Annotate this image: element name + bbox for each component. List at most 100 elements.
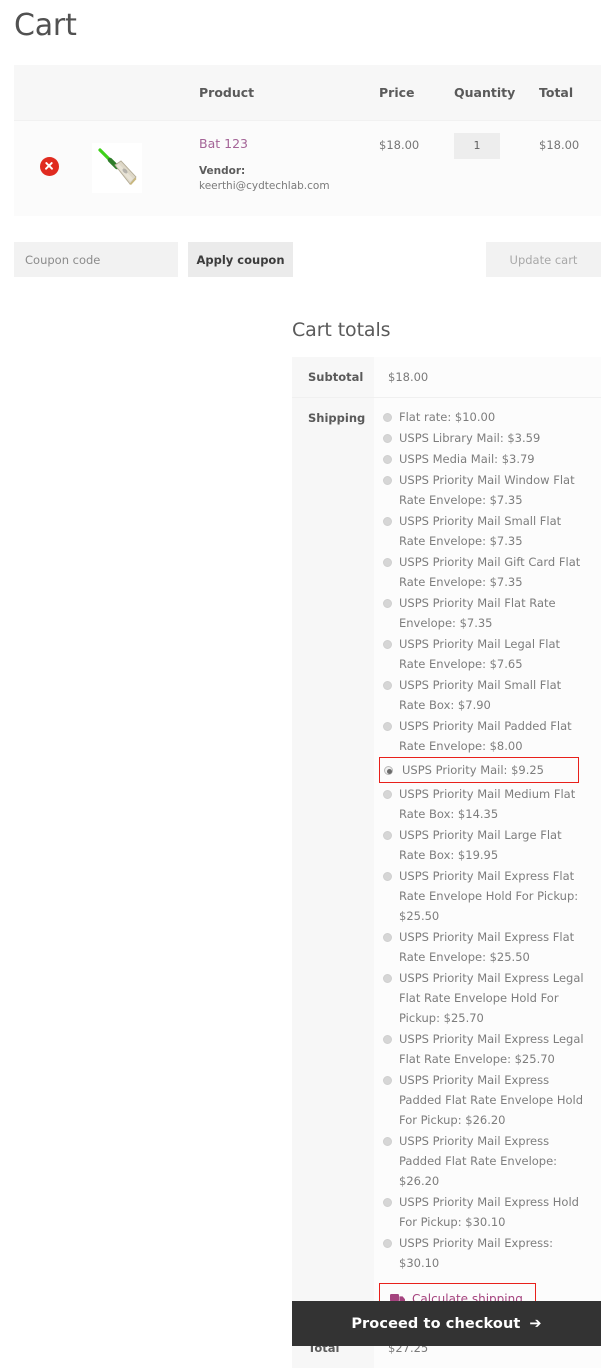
cart-totals-section: Cart totals Subtotal $18.00 Shipping Fla… — [292, 318, 601, 1368]
shipping-option[interactable]: USPS Priority Mail Large Flat Rate Box: … — [382, 825, 589, 865]
cart-table-body: Bat 123 Vendor: keerthi@cydtechlab.com $… — [14, 119, 601, 216]
shipping-option-label: USPS Priority Mail Padded Flat Rate Enve… — [399, 719, 572, 753]
shipping-option[interactable]: USPS Priority Mail Express Padded Flat R… — [382, 1070, 589, 1130]
product-link[interactable]: Bat 123 — [199, 136, 379, 152]
shipping-option[interactable]: USPS Priority Mail Express Legal Flat Ra… — [382, 1029, 589, 1069]
cell-product: Bat 123 Vendor: keerthi@cydtechlab.com — [199, 119, 379, 216]
shipping-option-label: USPS Priority Mail Express Padded Flat R… — [399, 1134, 558, 1188]
cart-table-header-row: Product Price Quantity Total — [14, 65, 601, 120]
column-header-price: Price — [379, 65, 454, 120]
radio-icon[interactable] — [383, 640, 392, 649]
remove-item-icon[interactable] — [39, 156, 59, 176]
radio-icon[interactable] — [383, 599, 392, 608]
cell-quantity — [454, 119, 539, 216]
subtotal-label: Subtotal — [292, 357, 374, 398]
radio-icon[interactable] — [383, 790, 392, 799]
shipping-option[interactable]: USPS Priority Mail Legal Flat Rate Envel… — [382, 634, 589, 674]
shipping-option-label: USPS Library Mail: $3.59 — [399, 431, 541, 445]
coupon-code-input[interactable] — [14, 242, 178, 277]
column-header-product: Product — [199, 65, 379, 120]
shipping-option[interactable]: USPS Media Mail: $3.79 — [382, 449, 589, 469]
radio-icon[interactable] — [383, 933, 392, 942]
quantity-input[interactable] — [454, 132, 500, 159]
radio-icon[interactable] — [383, 722, 392, 731]
vendor-email: keerthi@cydtechlab.com — [199, 179, 330, 192]
shipping-option-label: USPS Priority Mail Express Padded Flat R… — [399, 1073, 584, 1127]
shipping-options-cell: Flat rate: $10.00 USPS Library Mail: $3.5… — [374, 397, 601, 1327]
shipping-option-label: USPS Priority Mail: $9.25 — [402, 763, 545, 777]
apply-coupon-button[interactable]: Apply coupon — [188, 242, 293, 277]
shipping-option[interactable]: USPS Priority Mail Medium Flat Rate Box:… — [382, 784, 589, 824]
shipping-option[interactable]: USPS Priority Mail Express: $30.10 — [382, 1233, 589, 1273]
shipping-option[interactable]: USPS Priority Mail Window Flat Rate Enve… — [382, 470, 589, 510]
table-row: Bat 123 Vendor: keerthi@cydtechlab.com $… — [14, 119, 601, 216]
shipping-option[interactable]: USPS Priority Mail: $9.25 — [379, 757, 579, 783]
radio-icon[interactable] — [383, 455, 392, 464]
shipping-option[interactable]: USPS Library Mail: $3.59 — [382, 428, 589, 448]
radio-icon[interactable] — [383, 1076, 392, 1085]
shipping-option-label: USPS Priority Mail Express Legal Flat Ra… — [399, 1032, 584, 1066]
shipping-row: Shipping Flat rate: $10.00 USPS Library M… — [292, 397, 601, 1327]
cell-remove — [14, 119, 84, 216]
radio-icon[interactable] — [383, 831, 392, 840]
shipping-option-label: USPS Media Mail: $3.79 — [399, 452, 535, 466]
checkout-label: Proceed to checkout — [351, 1315, 521, 1332]
shipping-option-label: USPS Priority Mail Flat Rate Envelope: $… — [399, 596, 556, 630]
radio-icon[interactable] — [383, 1198, 392, 1207]
page-title: Cart — [14, 8, 77, 43]
shipping-option[interactable]: USPS Priority Mail Express Legal Flat Ra… — [382, 968, 589, 1028]
radio-icon[interactable] — [383, 476, 392, 485]
shipping-option[interactable]: Flat rate: $10.00 — [382, 407, 589, 427]
shipping-label: Shipping — [292, 397, 374, 1327]
radio-icon[interactable] — [383, 413, 392, 422]
shipping-option-label: USPS Priority Mail Express Flat Rate Env… — [399, 869, 579, 923]
cart-totals-table: Subtotal $18.00 Shipping Flat rate: $10.… — [292, 357, 601, 1368]
shipping-option[interactable]: USPS Priority Mail Express Padded Flat R… — [382, 1131, 589, 1191]
shipping-option-label: USPS Priority Mail Express Hold For Pick… — [399, 1195, 579, 1229]
shipping-option-label: USPS Priority Mail Window Flat Rate Enve… — [399, 473, 575, 507]
shipping-option[interactable]: USPS Priority Mail Gift Card Flat Rate E… — [382, 552, 589, 592]
subtotal-row: Subtotal $18.00 — [292, 357, 601, 398]
shipping-option[interactable]: USPS Priority Mail Small Flat Rate Box: … — [382, 675, 589, 715]
shipping-option[interactable]: USPS Priority Mail Padded Flat Rate Enve… — [382, 716, 589, 756]
shipping-option-label: USPS Priority Mail Express Flat Rate Env… — [399, 930, 575, 964]
proceed-to-checkout-button[interactable]: Proceed to checkout ➔ — [292, 1301, 601, 1346]
radio-icon[interactable] — [383, 434, 392, 443]
coupon-row: Apply coupon Update cart — [14, 242, 601, 277]
shipping-option[interactable]: USPS Priority Mail Flat Rate Envelope: $… — [382, 593, 589, 633]
radio-icon[interactable] — [383, 517, 392, 526]
radio-icon[interactable] — [384, 766, 393, 775]
cart-totals-heading: Cart totals — [292, 319, 391, 341]
shipping-options-list: Flat rate: $10.00 USPS Library Mail: $3.5… — [379, 407, 589, 1273]
cell-total: $18.00 — [539, 119, 601, 216]
shipping-option-label: USPS Priority Mail Gift Card Flat Rate E… — [399, 555, 581, 589]
radio-icon[interactable] — [383, 1239, 392, 1248]
shipping-option-label: USPS Priority Mail Small Flat Rate Envel… — [399, 514, 562, 548]
column-header-quantity: Quantity — [454, 65, 539, 120]
radio-icon[interactable] — [383, 974, 392, 983]
cricket-bat-thumbnail[interactable] — [92, 143, 142, 194]
radio-icon[interactable] — [383, 1035, 392, 1044]
shipping-option[interactable]: USPS Priority Mail Express Flat Rate Env… — [382, 866, 589, 926]
column-header-thumbnail — [84, 65, 199, 120]
column-header-remove — [14, 65, 84, 120]
shipping-option-label: USPS Priority Mail Large Flat Rate Box: … — [399, 828, 562, 862]
radio-icon[interactable] — [383, 1137, 392, 1146]
shipping-option[interactable]: USPS Priority Mail Express Flat Rate Env… — [382, 927, 589, 967]
subtotal-value: $18.00 — [374, 357, 601, 398]
shipping-option-label: USPS Priority Mail Legal Flat Rate Envel… — [399, 637, 561, 671]
arrow-right-icon: ➔ — [529, 1315, 542, 1332]
shipping-option-label: USPS Priority Mail Express: $30.10 — [399, 1236, 553, 1270]
shipping-option-label: USPS Priority Mail Small Flat Rate Box: … — [399, 678, 562, 712]
column-header-total: Total — [539, 65, 601, 120]
cell-thumbnail — [84, 119, 199, 216]
shipping-option[interactable]: USPS Priority Mail Express Hold For Pick… — [382, 1192, 589, 1232]
cart-table: Product Price Quantity Total Bat 123 Ven… — [14, 65, 601, 216]
shipping-option-label: USPS Priority Mail Medium Flat Rate Box:… — [399, 787, 576, 821]
cell-price: $18.00 — [379, 119, 454, 216]
radio-icon[interactable] — [383, 681, 392, 690]
radio-icon[interactable] — [383, 558, 392, 567]
update-cart-button[interactable]: Update cart — [486, 242, 601, 277]
shipping-option[interactable]: USPS Priority Mail Small Flat Rate Envel… — [382, 511, 589, 551]
radio-icon[interactable] — [383, 872, 392, 881]
